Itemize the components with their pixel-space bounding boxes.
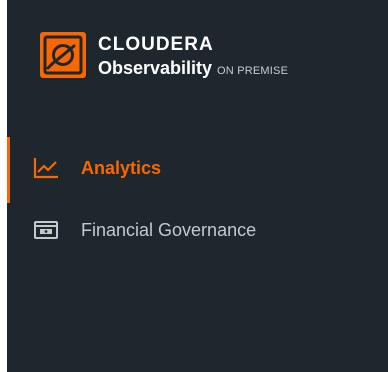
brand-name: CLOUDERA — [98, 34, 214, 55]
sidebar-item-analytics[interactable]: Analytics — [7, 137, 388, 203]
edition-label: ON PREMISE — [217, 65, 289, 77]
product-line: Observability ON PREMISE — [98, 58, 288, 79]
cloudera-logo-icon — [40, 32, 86, 78]
sidebar: CLOUDERA Observability ON PREMISE Analyti… — [7, 0, 388, 372]
line-chart-icon — [33, 157, 59, 179]
product-name: Observability — [98, 58, 213, 78]
sidebar-item-label: Analytics — [81, 157, 162, 178]
sidebar-item-label: Financial Governance — [81, 219, 257, 240]
sidebar-nav: Analytics Financial Governance — [7, 137, 388, 261]
sidebar-item-financial-governance[interactable]: Financial Governance — [7, 199, 388, 261]
card-icon — [33, 219, 59, 241]
